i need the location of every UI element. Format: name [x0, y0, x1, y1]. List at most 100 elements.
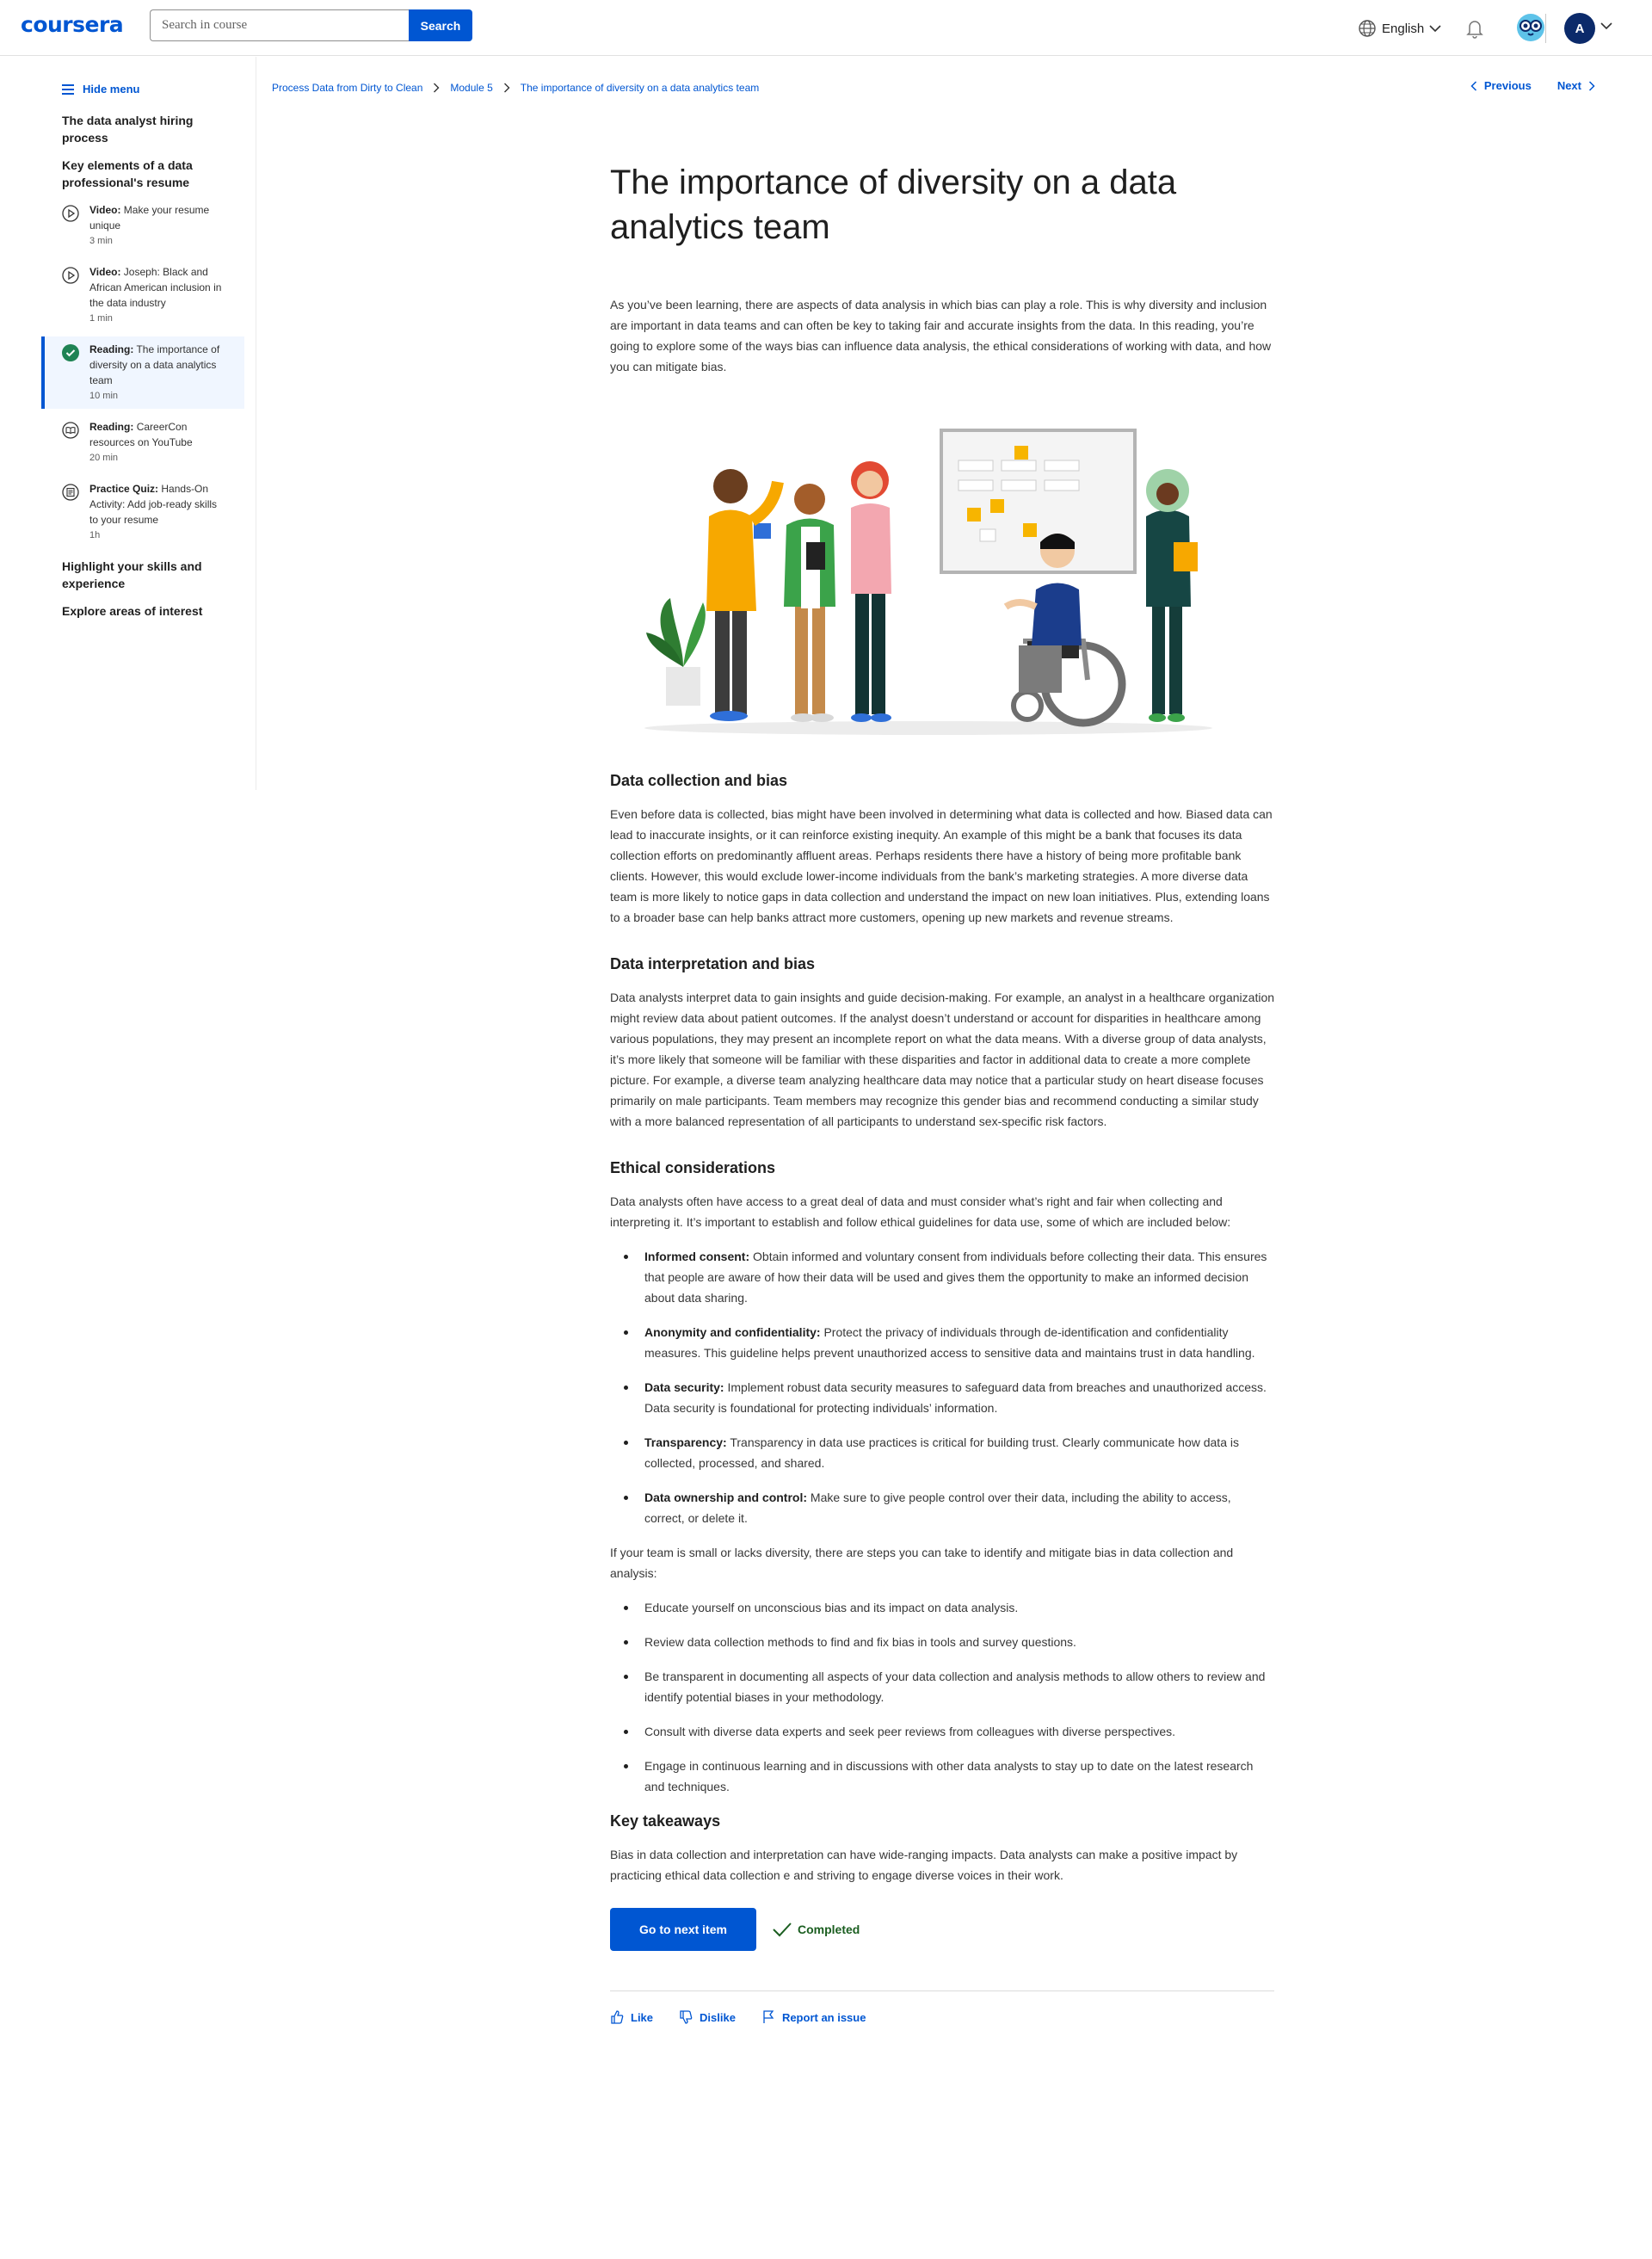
previous-button[interactable]: Previous — [1470, 79, 1532, 92]
ethics-list: Informed consent: Obtain informed and vo… — [610, 1246, 1274, 1528]
next-button[interactable]: Next — [1557, 79, 1595, 92]
previous-label: Previous — [1483, 79, 1532, 92]
list-text: Implement robust data security measures … — [644, 1380, 1267, 1415]
mitigation-steps-list: Educate yourself on unconscious bias and… — [610, 1597, 1274, 1797]
list-item: Consult with diverse data experts and se… — [610, 1721, 1274, 1742]
avatar[interactable]: A — [1564, 13, 1595, 44]
report-issue-label: Report an issue — [781, 2010, 866, 2024]
language-selector[interactable]: English — [1358, 19, 1441, 38]
list-term: Transparency: — [644, 1435, 727, 1449]
section-paragraph: Data analysts often have access to a gre… — [610, 1194, 1231, 1229]
breadcrumb: Process Data from Dirty to Clean Module … — [272, 82, 759, 94]
next-label: Next — [1556, 79, 1581, 92]
sidebar-section-resume-elements[interactable]: Key elements of a data professional's re… — [62, 157, 234, 191]
sidebar-item-text: Reading: CareerCon resources on YouTube — [89, 419, 227, 450]
language-label: English — [1382, 21, 1425, 36]
item-type: Video: — [89, 266, 121, 278]
reading-content: The importance of diversity on a data an… — [610, 160, 1274, 2024]
list-item: Data ownership and control: Make sure to… — [610, 1487, 1274, 1528]
quiz-icon — [62, 484, 79, 501]
top-bar: coursera Search English A — [0, 0, 1652, 56]
chevron-left-icon — [1470, 80, 1476, 91]
search-button[interactable]: Search — [409, 9, 472, 41]
dislike-label: Dislike — [700, 2010, 736, 2024]
chevron-down-icon — [1429, 25, 1441, 33]
chevron-right-icon — [1588, 80, 1595, 91]
hamburger-icon — [62, 83, 74, 95]
sidebar-item-joseph-video[interactable]: Video: Joseph: Black and African America… — [41, 259, 244, 331]
diverse-team-illustration — [644, 429, 1212, 735]
section-heading: Data collection and bias — [610, 772, 788, 789]
section-heading: Ethical considerations — [610, 1159, 776, 1176]
sidebar-section-explore-interest[interactable]: Explore areas of interest — [62, 602, 234, 620]
coach-owl-icon — [1517, 14, 1544, 41]
list-term: Anonymity and confidentiality: — [644, 1325, 821, 1339]
hide-menu-button[interactable]: Hide menu — [62, 83, 139, 96]
list-item: Engage in continuous learning and in dis… — [610, 1756, 1274, 1797]
item-duration: 10 min — [89, 391, 119, 401]
sidebar-item-text: Video: Make your resume unique — [89, 202, 227, 233]
feedback-bar: Like Dislike Report an issue — [610, 2010, 1274, 2024]
item-duration: 3 min — [89, 236, 113, 246]
section-paragraph: Data analysts interpret data to gain ins… — [610, 991, 1275, 1128]
list-item: Educate yourself on unconscious bias and… — [610, 1597, 1274, 1618]
sidebar-item-careercon-reading[interactable]: Reading: CareerCon resources on YouTube … — [41, 414, 244, 471]
sidebar-item-text: Practice Quiz: Hands-On Activity: Add jo… — [89, 481, 227, 528]
search-bar: Search — [150, 9, 472, 41]
item-navigation: Previous Next — [1470, 79, 1595, 92]
section-heading: Key takeaways — [610, 1812, 721, 1830]
item-duration: 20 min — [89, 453, 119, 463]
flag-icon — [763, 2010, 774, 2023]
list-item: Review data collection methods to find a… — [610, 1632, 1274, 1652]
sidebar-item-text: Video: Joseph: Black and African America… — [89, 264, 227, 311]
sidebar-section-hiring-process[interactable]: The data analyst hiring process — [62, 112, 234, 146]
completed-label: Completed — [798, 1923, 860, 1936]
list-item: Transparency: Transparency in data use p… — [610, 1432, 1274, 1473]
page-title: The importance of diversity on a data an… — [610, 164, 1177, 246]
list-term: Informed consent: — [644, 1250, 750, 1263]
checkmark-icon — [773, 1923, 792, 1937]
go-to-next-item-button[interactable]: Go to next item — [610, 1908, 756, 1951]
breadcrumb-course[interactable]: Process Data from Dirty to Clean — [272, 82, 422, 94]
section-paragraph: Bias in data collection and interpretati… — [610, 1848, 1238, 1882]
thumbs-up-icon — [611, 2010, 624, 2024]
report-issue-button[interactable]: Report an issue — [761, 2010, 866, 2024]
sidebar-item-diversity-reading[interactable]: Reading: The importance of diversity on … — [41, 336, 244, 409]
dislike-button[interactable]: Dislike — [679, 2010, 736, 2024]
completion-actions: Go to next item Completed — [610, 1908, 1274, 1951]
item-type: Reading: — [89, 343, 134, 355]
breadcrumb-module[interactable]: Module 5 — [450, 82, 492, 94]
list-item: Be transparent in documenting all aspect… — [610, 1666, 1274, 1707]
hide-menu-label: Hide menu — [83, 83, 140, 96]
item-duration: 1h — [89, 530, 101, 540]
list-item: Informed consent: Obtain informed and vo… — [610, 1246, 1274, 1308]
notifications-button[interactable] — [1466, 18, 1483, 43]
list-text: Transparency in data use practices is cr… — [644, 1435, 1239, 1470]
globe-icon — [1359, 20, 1376, 37]
header-divider — [1545, 14, 1546, 43]
chevron-down-icon[interactable] — [1600, 22, 1612, 30]
check-circle-icon — [62, 344, 79, 361]
course-sidebar: Hide menu The data analyst hiring proces… — [0, 57, 256, 790]
like-button[interactable]: Like — [610, 2010, 653, 2024]
coursera-logo[interactable]: coursera — [21, 12, 124, 37]
sidebar-section-highlight-skills[interactable]: Highlight your skills and experience — [62, 558, 234, 592]
item-type: Reading: — [89, 421, 134, 433]
sidebar-item-practice-quiz[interactable]: Practice Quiz: Hands-On Activity: Add jo… — [41, 476, 244, 548]
list-term: Data security: — [644, 1380, 724, 1394]
like-label: Like — [631, 2010, 654, 2024]
sidebar-item-text: Reading: The importance of diversity on … — [89, 342, 227, 388]
section-paragraph: Even before data is collected, bias migh… — [610, 807, 1273, 924]
intro-paragraph: As you’ve been learning, there are aspec… — [610, 298, 1272, 373]
play-icon — [62, 267, 79, 284]
list-term: Data ownership and control: — [644, 1491, 808, 1504]
coach-button[interactable] — [1516, 13, 1545, 46]
breadcrumb-item[interactable]: The importance of diversity on a data an… — [521, 82, 759, 94]
book-icon — [62, 422, 79, 439]
item-type: Video: — [89, 204, 121, 216]
completed-status: Completed — [772, 1922, 860, 1937]
sidebar-item-make-resume-unique[interactable]: Video: Make your resume unique 3 min — [41, 197, 244, 254]
play-icon — [62, 205, 79, 222]
list-item: Data security: Implement robust data sec… — [610, 1377, 1274, 1418]
search-input[interactable] — [150, 9, 409, 41]
